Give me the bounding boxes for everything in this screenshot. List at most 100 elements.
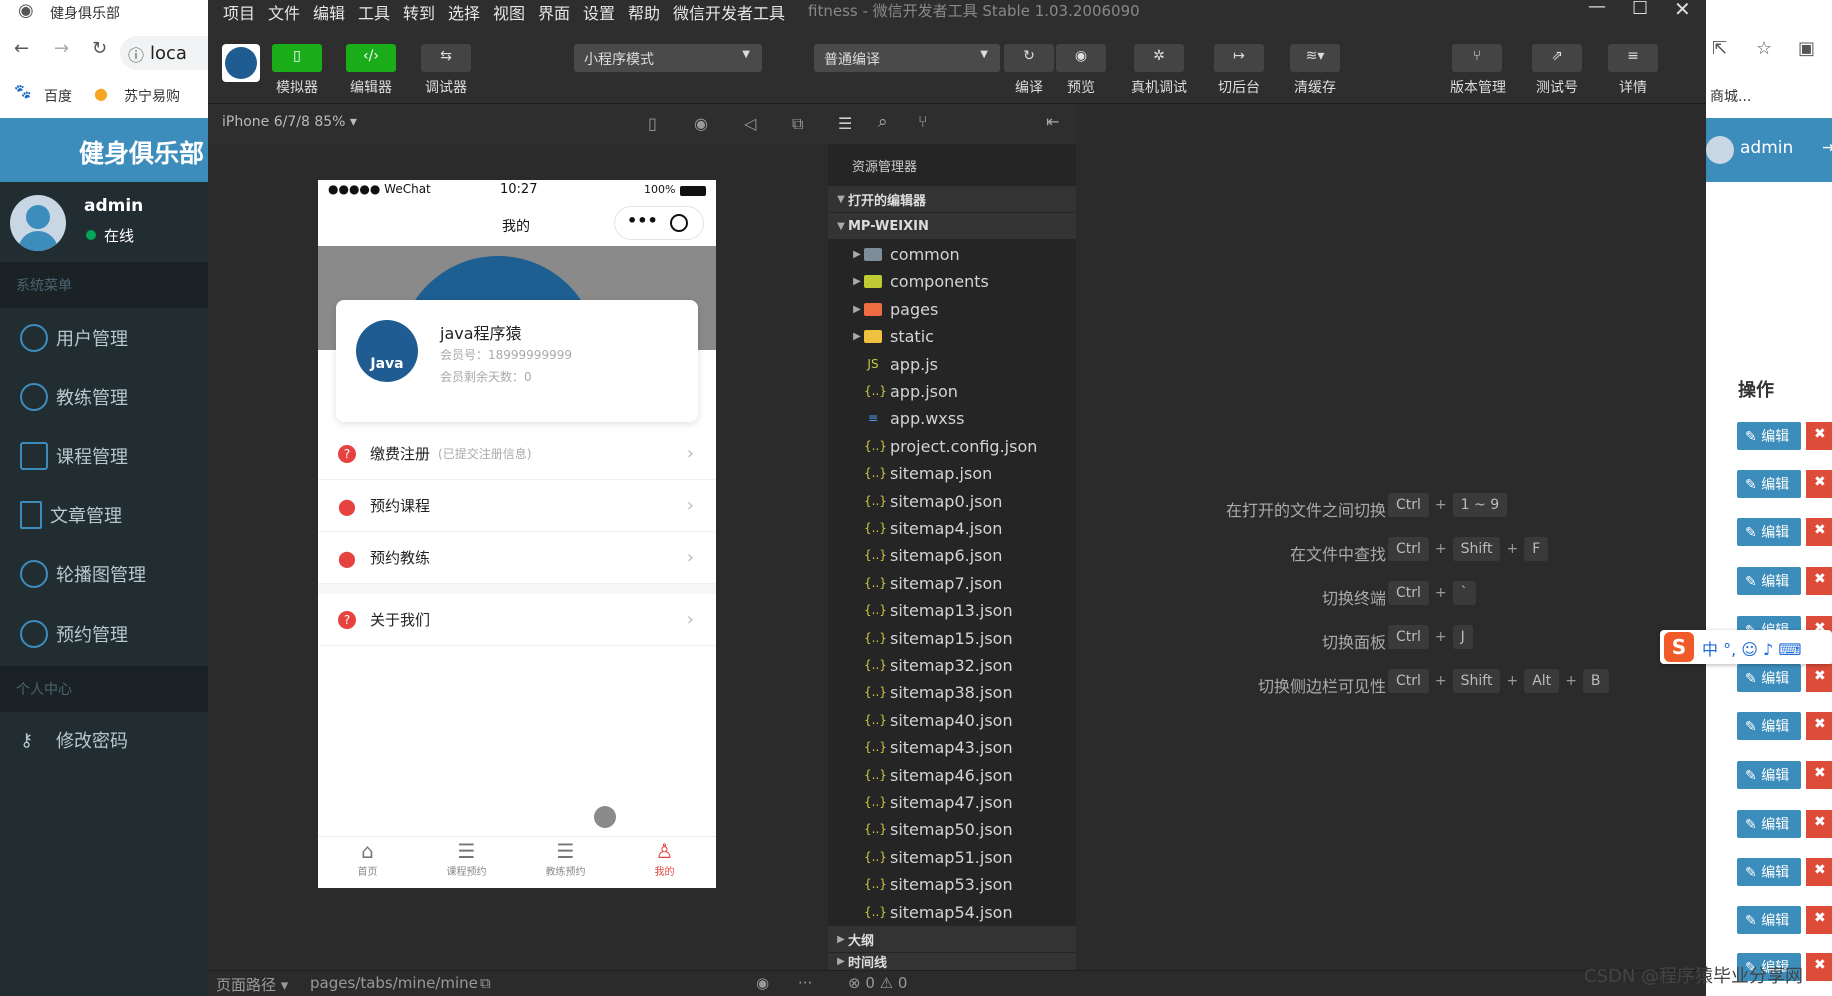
share-icon[interactable]: ⇱ xyxy=(1712,38,1727,59)
file-item[interactable]: ≡ app.wxss xyxy=(828,405,1076,431)
file-item[interactable]: {..} sitemap13.json xyxy=(828,597,1076,623)
row-book-course[interactable]: ⬤ 预约课程 › xyxy=(318,480,716,532)
row-register-payment[interactable]: ? 缴费注册 (已提交注册信息) › xyxy=(318,428,716,480)
file-item[interactable]: {..} sitemap50.json xyxy=(828,816,1076,842)
edit-button[interactable]: ✎ 编辑 xyxy=(1737,858,1801,886)
delete-button[interactable]: ✖ xyxy=(1806,422,1832,450)
git-icon[interactable]: ⑂ xyxy=(918,112,928,131)
topbar-user[interactable]: admin xyxy=(1740,138,1793,158)
delete-button[interactable]: ✖ xyxy=(1806,518,1832,546)
delete-button[interactable]: ✖ xyxy=(1806,470,1832,498)
delete-button[interactable]: ✖ xyxy=(1806,664,1832,692)
menu-item[interactable]: 文件 xyxy=(268,0,300,24)
project-avatar[interactable] xyxy=(222,44,260,82)
address-bar[interactable]: ⓘ loca xyxy=(120,36,210,70)
sidebar-item-coaches[interactable]: 教练管理 xyxy=(0,369,208,425)
menu-item[interactable]: 界面 xyxy=(538,0,570,24)
edit-button[interactable]: ✎ 编辑 xyxy=(1737,906,1801,934)
file-item[interactable]: {..} sitemap32.json xyxy=(828,652,1076,678)
file-item[interactable]: {..} sitemap0.json xyxy=(828,488,1076,514)
record-icon[interactable]: ◉ xyxy=(694,114,708,133)
page-path-label[interactable]: 页面路径 ▾ xyxy=(216,974,288,995)
sogou-icon[interactable]: S xyxy=(1664,632,1694,662)
real-debug-button[interactable]: ✲ xyxy=(1134,44,1184,72)
file-item[interactable]: {..} project.config.json xyxy=(828,433,1076,459)
sidebar-item-change-password[interactable]: ⚷ 修改密码 xyxy=(0,712,208,768)
details-button[interactable]: ≡ xyxy=(1608,44,1658,72)
eye-icon[interactable]: ◉ xyxy=(756,974,769,992)
sidebar-item-bookings[interactable]: 预约管理 xyxy=(0,606,208,662)
logout-icon[interactable]: ⇥ xyxy=(1822,138,1832,158)
edit-button[interactable]: ✎ 编辑 xyxy=(1737,664,1801,692)
file-item[interactable]: {..} sitemap46.json xyxy=(828,762,1076,788)
sidebar-icon[interactable]: ▣ xyxy=(1798,38,1815,59)
preview-button[interactable]: ◉ xyxy=(1056,44,1106,72)
file-item[interactable]: {..} sitemap43.json xyxy=(828,734,1076,760)
file-item[interactable]: {..} sitemap.json xyxy=(828,460,1076,486)
delete-button[interactable]: ✖ xyxy=(1806,906,1832,934)
close-miniprogram-icon[interactable] xyxy=(670,214,688,232)
clear-cache-button[interactable]: ≋▾ xyxy=(1290,44,1340,72)
window-icon[interactable]: ⧉ xyxy=(792,114,803,134)
delete-button[interactable]: ✖ xyxy=(1806,858,1832,886)
file-item[interactable]: JS app.js xyxy=(828,351,1076,377)
sidebar-item-users[interactable]: 用户管理 xyxy=(0,310,208,366)
maximize-icon[interactable]: ☐ xyxy=(1632,0,1648,19)
menu-item[interactable]: 选择 xyxy=(448,0,480,24)
compile-select[interactable]: 普通编译 ▼ xyxy=(814,44,1000,72)
bookmark-suning[interactable]: 苏宁易购 xyxy=(124,86,180,106)
delete-button[interactable]: ✖ xyxy=(1806,567,1832,595)
folder-static[interactable]: ▶ static xyxy=(828,323,1076,349)
delete-button[interactable]: ✖ xyxy=(1806,712,1832,740)
row-book-coach[interactable]: ⬤ 预约教练 › xyxy=(318,532,716,584)
delete-button[interactable]: ✖ xyxy=(1806,810,1832,838)
tab-mine[interactable]: ♙ 我的 xyxy=(615,839,714,878)
file-item[interactable]: {..} sitemap6.json xyxy=(828,542,1076,568)
tab-home[interactable]: ⌂ 首页 xyxy=(318,839,417,878)
edit-button[interactable]: ✎ 编辑 xyxy=(1737,810,1801,838)
test-id-button[interactable]: ⇗ xyxy=(1532,44,1582,72)
capsule-menu[interactable]: ••• xyxy=(614,206,704,240)
version-button[interactable]: ⑂ xyxy=(1452,44,1502,72)
delete-button[interactable]: ✖ xyxy=(1806,761,1832,789)
file-item[interactable]: {..} sitemap47.json xyxy=(828,789,1076,815)
menu-item[interactable]: 设置 xyxy=(583,0,615,24)
file-item[interactable]: {..} sitemap4.json xyxy=(828,515,1076,541)
copy-icon[interactable]: ⧉ xyxy=(480,974,491,992)
volume-icon[interactable]: ◁ xyxy=(744,114,756,133)
menu-item[interactable]: 项目 xyxy=(223,0,255,24)
star-icon[interactable]: ☆ xyxy=(1756,38,1772,59)
folder-pages[interactable]: ▶ pages xyxy=(828,296,1076,322)
menu-item[interactable]: 编辑 xyxy=(313,0,345,24)
open-editors-section[interactable]: ▼ 打开的编辑器 xyxy=(828,186,1076,212)
menu-item[interactable]: 视图 xyxy=(493,0,525,24)
folder-components[interactable]: ▶ components xyxy=(828,268,1076,294)
close-icon[interactable]: ✕ xyxy=(1674,0,1691,21)
sidebar-item-carousel[interactable]: 轮播图管理 xyxy=(0,546,208,602)
bookmark-mall[interactable]: 商城... xyxy=(1710,86,1751,106)
ime-toolbar[interactable]: S 中 °, ☺ ♪ ⌨ xyxy=(1660,630,1832,664)
phone-rotate-icon[interactable]: ▯ xyxy=(648,114,657,133)
reload-icon[interactable]: ↻ xyxy=(92,38,107,59)
root-folder[interactable]: ▼ MP-WEIXIN xyxy=(828,213,1076,239)
simulator-button[interactable]: ▯ xyxy=(272,44,322,72)
background-button[interactable]: ↦ xyxy=(1214,44,1264,72)
file-item[interactable]: {..} sitemap40.json xyxy=(828,707,1076,733)
menu-item[interactable]: 转到 xyxy=(403,0,435,24)
delete-button[interactable]: ✖ xyxy=(1806,953,1832,981)
menu-item[interactable]: 帮助 xyxy=(628,0,660,24)
tab-course-booking[interactable]: ☰ 课程预约 xyxy=(417,839,516,878)
file-item[interactable]: {..} app.json xyxy=(828,378,1076,404)
debugger-button[interactable]: ⇆ xyxy=(421,44,471,72)
file-item[interactable]: {..} sitemap54.json xyxy=(828,899,1076,925)
file-item[interactable]: {..} sitemap38.json xyxy=(828,679,1076,705)
collapse-panel-icon[interactable]: ⇤ xyxy=(1046,112,1059,131)
minimize-icon[interactable]: — xyxy=(1588,0,1606,17)
file-item[interactable]: {..} sitemap51.json xyxy=(828,844,1076,870)
more-icon[interactable]: ··· xyxy=(798,974,812,992)
file-item[interactable]: {..} sitemap7.json xyxy=(828,570,1076,596)
edit-button[interactable]: ✎ 编辑 xyxy=(1737,712,1801,740)
browser-tab-title[interactable]: 健身俱乐部 xyxy=(50,3,120,23)
back-icon[interactable]: ← xyxy=(14,38,29,59)
more-icon[interactable]: ••• xyxy=(627,211,658,230)
